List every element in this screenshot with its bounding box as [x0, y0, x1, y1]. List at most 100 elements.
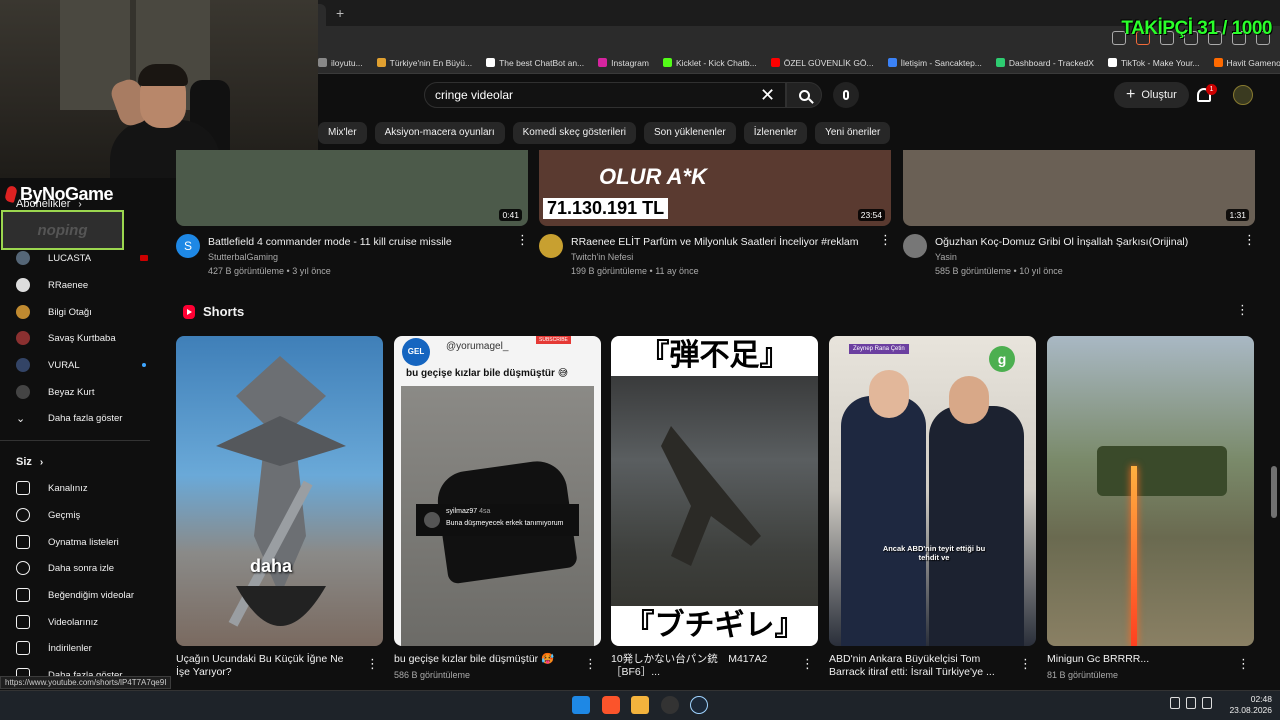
short-thumbnail-1[interactable]: daha [176, 336, 383, 646]
sidebar-subscription-item[interactable]: LUCASTA [16, 248, 148, 268]
short-thumbnail-3[interactable]: 『弾不足』 『ブチギレ』 [611, 336, 818, 646]
short-title[interactable]: Minigun Gc BRRRR... [1047, 653, 1227, 666]
video-more-icon[interactable]: ⋮ [516, 233, 529, 246]
sidebar-you-item[interactable]: Oynatma listeleri [16, 532, 146, 552]
taskbar-clock[interactable]: 02:48 23.08.2026 [1228, 694, 1272, 716]
filter-chip[interactable]: Son yüklenenler [644, 122, 736, 144]
filter-chip[interactable]: Mix'ler [318, 122, 367, 144]
video-title[interactable]: Oğuzhan Koç-Domuz Gribi Ol İnşallah Şark… [935, 236, 1235, 248]
create-button[interactable]: + Oluştur [1114, 82, 1189, 108]
bookmark-favicon-icon [598, 58, 608, 67]
bookmark-item[interactable]: Kicklet - Kick Chatb... [662, 57, 757, 68]
bookmark-item[interactable]: iloyutu... [318, 58, 363, 68]
channel-g-logo: g [989, 346, 1015, 372]
search-button[interactable] [786, 82, 822, 108]
video-title[interactable]: Battlefield 4 commander mode - 11 kill c… [208, 236, 508, 248]
short-more-icon[interactable]: ⋮ [1019, 657, 1032, 670]
short-title[interactable]: ABD'nin Ankara Büyükelçisi Tom Barrack i… [829, 653, 1009, 679]
bookmark-item[interactable]: Türkiye'nin En Büyü... [376, 58, 472, 68]
bookmark-label: Instagram [611, 57, 649, 68]
short-more-icon[interactable]: ⋮ [1237, 657, 1250, 670]
obs-icon[interactable] [661, 696, 679, 714]
account-avatar[interactable] [1233, 85, 1253, 105]
sidebar-you-item[interactable]: İndirilenler [16, 638, 146, 658]
channel-avatar[interactable]: S [176, 234, 200, 258]
filter-chip[interactable]: İzlenenler [743, 122, 808, 144]
subscriptions-show-more[interactable]: ⌄ Daha fazla göster [16, 408, 146, 428]
sidebar-you-item[interactable]: Beğendiğim videolar [16, 585, 146, 605]
video-stats: 585 B görüntüleme • 10 yıl önce [935, 266, 1063, 276]
sidebar-subscription-item[interactable]: Beyaz Kurt [16, 382, 146, 402]
video-stats: 427 B görüntüleme • 3 yıl önce [208, 266, 331, 276]
bookmark-item[interactable]: Dashboard - TrackedX [995, 58, 1094, 68]
windows-start-icon[interactable] [572, 696, 590, 714]
short-overlay-text: daha [250, 556, 293, 576]
video-more-icon[interactable]: ⋮ [1243, 233, 1256, 246]
you-item-label: Beğendiğim videolar [48, 589, 135, 601]
short-more-icon[interactable]: ⋮ [366, 657, 379, 670]
bookmark-item[interactable]: Havit Gamenote GK... [1213, 58, 1280, 68]
channel-avatar[interactable] [539, 234, 563, 258]
search-text: cringe videolar [435, 88, 514, 102]
video-channel-name[interactable]: Yasin [935, 252, 957, 262]
search-input[interactable]: cringe videolar [424, 82, 786, 108]
short-thumbnail-4[interactable]: Zeynep Rana Çetin g Ancak ABD'nin teyit … [829, 336, 1036, 646]
bookmark-label: Kicklet - Kick Chatb... [675, 57, 757, 68]
network-icon[interactable] [1186, 697, 1196, 709]
microphone-icon [843, 90, 849, 100]
filter-chip[interactable]: Yeni öneriler [815, 122, 891, 144]
bookmark-item[interactable]: ÖZEL GÜVENLİK GÖ... [770, 58, 874, 68]
video-more-icon[interactable]: ⋮ [879, 233, 892, 246]
subscription-label: VURAL [48, 359, 80, 371]
video-thumbnail[interactable]: OLUR A*K 71.130.191 TL 23:54 [539, 150, 891, 226]
volume-icon[interactable] [1202, 697, 1212, 709]
filter-chip[interactable]: Komedi skeç gösterileri [512, 122, 636, 144]
sidebar-you-item[interactable]: Geçmiş [16, 505, 146, 525]
sidebar-you-item[interactable]: Kanalınız [16, 478, 146, 498]
short-more-icon[interactable]: ⋮ [584, 657, 597, 670]
clear-search-icon[interactable]: ✕ [760, 85, 775, 106]
short-title[interactable]: bu geçişe kızlar bile düşmüştür 🥵 [394, 653, 574, 666]
sidebar-subscription-item[interactable]: VURAL [16, 355, 146, 375]
short-views: 586 B görüntüleme [394, 670, 471, 680]
noping-sponsor-logo: noping [1, 210, 124, 250]
steam-icon[interactable] [690, 696, 708, 714]
bookmark-item[interactable]: TikTok - Make Your... [1107, 58, 1200, 68]
filter-chip[interactable]: Aksiyon-macera oyunları [374, 122, 505, 144]
page-scrollbar[interactable] [1271, 150, 1277, 684]
new-tab-button[interactable]: + [336, 5, 344, 21]
scrollbar-thumb[interactable] [1271, 466, 1277, 518]
short-thumbnail-5[interactable] [1047, 336, 1254, 646]
new-content-dot [142, 363, 146, 367]
bookmark-item[interactable]: İletişim - Sancaktep... [887, 58, 982, 68]
sidebar-you-item[interactable]: Videolarınız [16, 612, 146, 632]
bookmark-favicon-icon [995, 58, 1005, 67]
video-title[interactable]: RRaenee ELİT Parfüm ve Milyonluk Saatler… [571, 236, 871, 248]
video-thumbnail[interactable]: 1:31 [903, 150, 1255, 226]
you-section-title[interactable]: Siz › [16, 456, 43, 468]
channel-avatar[interactable] [903, 234, 927, 258]
sidebar-you-item[interactable]: Daha sonra izle [16, 558, 146, 578]
short-views: 81 B görüntüleme [1047, 670, 1119, 680]
shorts-more-icon[interactable]: ⋮ [1236, 303, 1249, 316]
file-explorer-icon[interactable] [631, 696, 649, 714]
brave-browser-icon[interactable] [602, 696, 620, 714]
voice-search-button[interactable] [833, 82, 859, 108]
brand-text: ByNoGame [20, 184, 114, 204]
short-thumbnail-2[interactable]: GEL @yorumagel_ SUBSCRIBE bu geçişe kızl… [394, 336, 601, 646]
short-title[interactable]: 10発しかない台パン銃 M417A2［BF6］... [611, 653, 791, 679]
subscription-label: LUCASTA [48, 252, 92, 264]
short-title[interactable]: Uçağın Ucundaki Bu Küçük İğne Ne İşe Yar… [176, 653, 356, 679]
bookmark-item[interactable]: Instagram [598, 58, 649, 68]
sidebar-subscription-item[interactable]: RRaenee [16, 275, 146, 295]
video-thumbnail[interactable]: 0:41 [176, 150, 528, 226]
video-channel-name[interactable]: StutterbalGaming [208, 252, 278, 262]
bookmark-item[interactable]: The best ChatBot an... [486, 58, 584, 68]
sidebar-subscription-item[interactable]: Savaş Kurtbaba [16, 328, 146, 348]
short-more-icon[interactable]: ⋮ [801, 657, 814, 670]
video-channel-name[interactable]: Twitch'in Nefesi [571, 252, 633, 262]
sidebar-subscription-item[interactable]: Bilgi Otağı [16, 302, 146, 322]
subscription-label: Beyaz Kurt [48, 386, 95, 398]
live-indicator-icon [140, 255, 148, 261]
microphone-tray-icon[interactable] [1170, 697, 1180, 709]
